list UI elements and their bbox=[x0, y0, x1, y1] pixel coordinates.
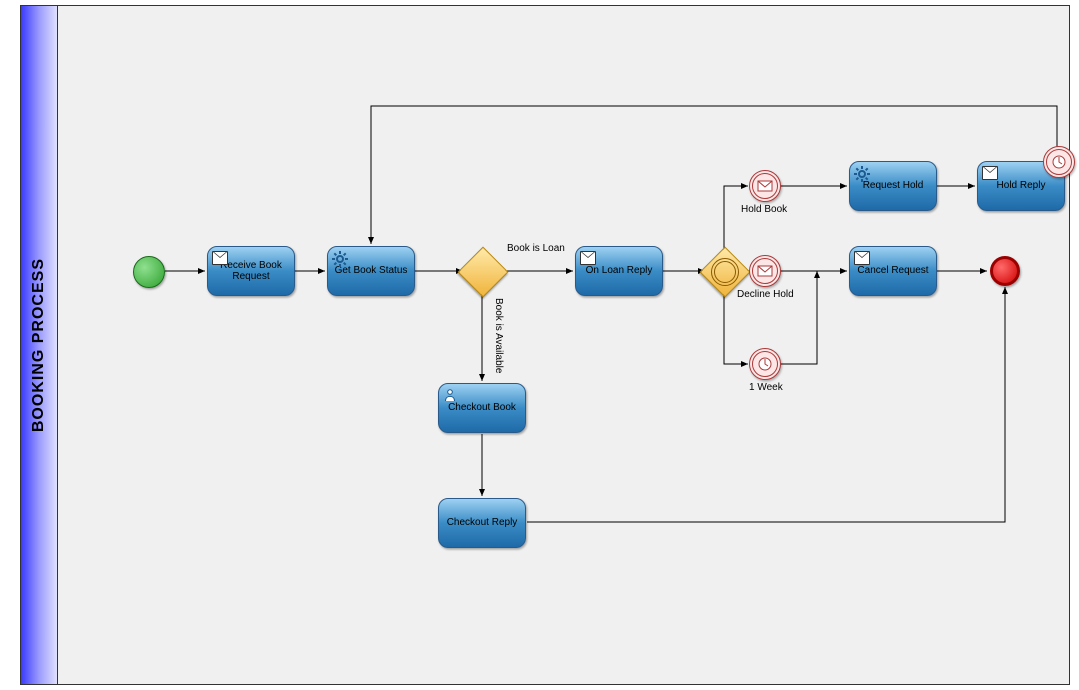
edge-label-book-is-loan: Book is Loan bbox=[507, 243, 565, 254]
task-request-hold[interactable]: Request Hold bbox=[849, 161, 937, 211]
user-icon bbox=[443, 388, 457, 400]
boundary-timer-hold-reply[interactable] bbox=[1043, 146, 1075, 178]
message-icon bbox=[854, 251, 870, 265]
task-get-book-status[interactable]: Get Book Status bbox=[327, 246, 415, 296]
start-event[interactable] bbox=[133, 256, 165, 288]
task-cancel-request[interactable]: Cancel Request bbox=[849, 246, 937, 296]
gateway-book-status[interactable] bbox=[458, 247, 509, 298]
task-receive-book-request[interactable]: Receive Book Request bbox=[207, 246, 295, 296]
task-label: On Loan Reply bbox=[586, 265, 653, 277]
event-label-one-week: 1 Week bbox=[749, 382, 783, 393]
event-label-decline-hold: Decline Hold bbox=[737, 289, 794, 300]
lane-title: BOOKING PROCESS bbox=[30, 258, 48, 432]
event-label-hold-book: Hold Book bbox=[741, 204, 787, 215]
task-checkout-book[interactable]: Checkout Book bbox=[438, 383, 526, 433]
message-icon bbox=[982, 166, 998, 180]
task-label: Request Hold bbox=[863, 180, 924, 192]
edge-label-book-is-available: Book is Available bbox=[493, 298, 504, 373]
diagram-canvas: Receive Book Request Get Book Status On … bbox=[57, 6, 1069, 684]
sequence-flows bbox=[57, 6, 1069, 684]
task-label: Checkout Reply bbox=[447, 517, 518, 529]
message-icon bbox=[212, 251, 228, 265]
end-event[interactable] bbox=[990, 256, 1020, 286]
task-on-loan-reply[interactable]: On Loan Reply bbox=[575, 246, 663, 296]
task-checkout-reply[interactable]: Checkout Reply bbox=[438, 498, 526, 548]
message-icon bbox=[580, 251, 596, 265]
task-label: Cancel Request bbox=[857, 265, 928, 277]
event-hold-book[interactable] bbox=[749, 170, 781, 202]
pool-frame: BOOKING PROCESS bbox=[20, 5, 1070, 685]
event-one-week[interactable] bbox=[749, 348, 781, 380]
service-icon bbox=[854, 166, 868, 178]
lane-label: BOOKING PROCESS bbox=[21, 6, 58, 684]
task-label: Hold Reply bbox=[997, 180, 1046, 192]
event-decline-hold[interactable] bbox=[749, 255, 781, 287]
task-label: Checkout Book bbox=[448, 402, 516, 414]
service-icon bbox=[332, 251, 346, 263]
